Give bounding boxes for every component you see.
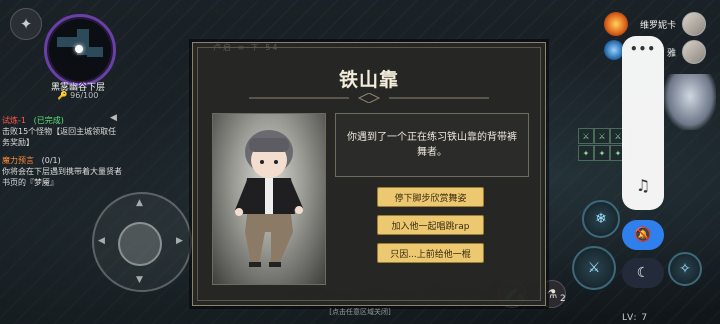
party-avatar — [682, 12, 706, 36]
event-description: 你遇到了一个正在练习铁山靠的背带裤舞者。 — [347, 132, 517, 158]
hero-portrait — [664, 74, 716, 130]
skill-slot-icon[interactable]: ❄ — [582, 200, 620, 238]
ice-orb-icon[interactable] — [604, 40, 624, 60]
speaker-icon[interactable]: ◀ — [110, 113, 120, 123]
quest-desc: 你将会在下层遇到携带着大量贤者书页的『梦魇』 — [2, 167, 122, 187]
map-progress-value: 96/100 — [70, 91, 99, 100]
joystick-knob[interactable] — [118, 222, 162, 266]
close-hint[interactable]: [点击任意区域关闭] — [0, 307, 720, 317]
event-dialog: 卢启 ≡ 下 54 铁山靠 你遇到了一个正在练习铁山靠的背带裤舞者。 停下脚步欣… — [192, 42, 546, 306]
floating-side-panel: ••• ♫ — [622, 36, 664, 210]
fire-orb-icon[interactable] — [604, 12, 628, 36]
attack-skill-icon[interactable]: ⚔ — [572, 246, 616, 290]
quest-desc: 击败15个怪物【返回主城领取任务奖励】 — [2, 127, 117, 147]
party-avatar — [682, 40, 706, 64]
music-note-icon[interactable]: ♫ — [622, 176, 664, 195]
joystick-up-icon: ▲ — [136, 198, 143, 208]
title-ornament — [249, 93, 489, 103]
buff-icon: ✦ — [594, 145, 610, 161]
quest-status: (已完成) — [33, 116, 64, 125]
party-member[interactable]: 雅 — [667, 40, 706, 64]
buff-icon: ✦ — [578, 145, 594, 161]
quest-status: (0/1) — [41, 156, 61, 165]
map-progress: 🔑 96/100 — [57, 91, 99, 100]
joystick-down-icon: ▼ — [136, 275, 143, 285]
more-dots-icon[interactable]: ••• — [622, 42, 664, 56]
party-member[interactable]: 维罗妮卡 — [640, 12, 706, 36]
choice-button-attack[interactable]: 只因...上前给他一棍 — [377, 243, 484, 263]
moon-icon[interactable]: ☾ — [622, 258, 664, 288]
quest-title: 试炼-1 — [2, 116, 26, 125]
dialog-topbar: 卢启 ≡ 下 54 — [213, 43, 280, 52]
joystick-right-icon: ▶ — [176, 236, 183, 246]
wing-menu-icon[interactable]: ✦ — [10, 8, 42, 40]
event-description-box: 你遇到了一个正在练习铁山靠的背带裤舞者。 — [335, 113, 529, 177]
choice-button-watch[interactable]: 停下脚步欣赏舞姿 — [377, 187, 484, 207]
character-portrait — [212, 113, 326, 285]
party-member-name: 雅 — [666, 48, 676, 59]
quest-item[interactable]: 魔力预言 (0/1) 你将会在下层遇到携带着大量贤者书页的『梦魇』 — [2, 155, 122, 188]
minimap[interactable] — [44, 14, 116, 86]
joystick-left-icon: ◀ — [98, 236, 105, 246]
choice-button-join[interactable]: 加入他一起唱跳rap — [377, 215, 484, 235]
potion-count: 2 — [560, 294, 566, 304]
party-member-name: 维罗妮卡 — [639, 20, 676, 31]
event-title: 铁山靠 — [338, 69, 399, 91]
quest-title: 魔力预言 — [2, 156, 34, 165]
mute-bell-icon[interactable]: 🔕 — [622, 220, 664, 250]
player-marker-icon — [75, 45, 83, 53]
dash-skill-icon[interactable]: ✧ — [668, 252, 702, 286]
buff-icon: ⚔ — [594, 128, 610, 144]
quest-item[interactable]: 试炼-1 (已完成) 击败15个怪物【返回主城领取任务奖励】 — [2, 115, 122, 148]
buff-icon: ⚔ — [578, 128, 594, 144]
